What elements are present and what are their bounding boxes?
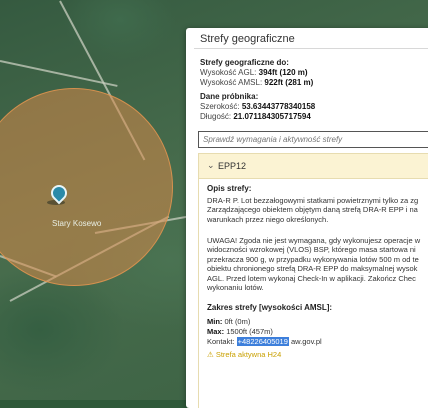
contact-email[interactable]: aw.gov.pl — [291, 337, 322, 346]
geo-zones-panel: Strefy geograficzne Strefy geograficzne … — [186, 28, 428, 408]
zone-details: Opis strefy: DRA-R P. Lot bezzałogowymi … — [198, 179, 428, 408]
lon-value: 21.071184305717594 — [233, 112, 311, 121]
contact-row: Kontakt: +48226405019 aw.gov.pl — [207, 337, 322, 346]
lat-value: 53.63443778340158 — [241, 102, 316, 111]
text-line: wykonaniu lotów. — [207, 283, 264, 293]
min-row: Min: 0ft (0m) — [207, 317, 250, 326]
lat-row: Szerokość: 53.63443778340158 — [200, 102, 315, 111]
contact-phone[interactable]: +48226405019 — [236, 337, 289, 346]
text-line: obiektu chronionego strefą DRA-R EPP do … — [207, 264, 418, 274]
agl-value: 394ft (120 m) — [258, 68, 308, 77]
zone-description-p2: UWAGA! Zgoda nie jest wymagana, gdy wyko… — [207, 236, 428, 292]
contact-label: Kontakt: — [207, 337, 235, 346]
heights-heading: Strefy geograficzne do: — [200, 58, 289, 67]
map-place-label: Stary Kosewo — [52, 219, 102, 228]
min-label: Min: — [207, 317, 223, 326]
max-value: 1500ft (457m) — [226, 327, 273, 336]
active-text: Strefa aktywna H24 — [215, 350, 282, 359]
lat-label: Szerokość: — [200, 102, 240, 111]
text-line: widoczności wzrokowej (VLOS) BSP, któreg… — [207, 245, 416, 255]
probe-heading: Dane próbnika: — [200, 92, 259, 101]
agl-label: Wysokość AGL: — [200, 68, 257, 77]
amsl-label: Wysokość AMSL: — [200, 78, 263, 87]
zone-accordion-header[interactable]: ⌄ EPP12 — [198, 153, 428, 179]
warning-icon: ⚠ — [207, 350, 214, 359]
text-line: AGL. Przed lotem wykonaj Check-In w apli… — [207, 273, 416, 283]
max-label: Max: — [207, 327, 225, 336]
text-line: przekracza 900 g, w przypadku wykonywani… — [207, 254, 419, 264]
max-row: Max: 1500ft (457m) — [207, 327, 273, 336]
text-line: Zarządzającego obiektem objętym daną str… — [207, 205, 418, 215]
text-line: UWAGA! Zgoda nie jest wymagana, gdy wyko… — [207, 236, 421, 245]
lon-label: Długość: — [200, 112, 232, 121]
text-line: DRA-R P. Lot bezzałogowymi statkami powi… — [207, 196, 419, 205]
divider — [194, 48, 428, 49]
text-line: warunkach przez niego określonych. — [207, 214, 329, 224]
amsl-value: 922ft (281 m) — [264, 78, 314, 87]
zone-search-input[interactable] — [198, 131, 428, 148]
amsl-row: Wysokość AMSL: 922ft (281 m) — [200, 78, 313, 87]
zone-name: EPP12 — [218, 161, 247, 171]
panel-title: Strefy geograficzne — [200, 33, 295, 45]
zone-description-heading: Opis strefy: — [207, 184, 252, 193]
restricted-zone-circle[interactable] — [0, 88, 173, 286]
zone-range-heading: Zakres strefy [wysokości AMSL]: — [207, 303, 333, 312]
min-value: 0ft (0m) — [224, 317, 251, 326]
zone-active-status: ⚠ Strefa aktywna H24 — [207, 350, 281, 359]
lon-row: Długość: 21.071184305717594 — [200, 112, 311, 121]
chevron-down-icon: ⌄ — [207, 160, 215, 170]
agl-row: Wysokość AGL: 394ft (120 m) — [200, 68, 308, 77]
zone-description-p1: DRA-R P. Lot bezzałogowymi statkami powi… — [207, 196, 428, 224]
